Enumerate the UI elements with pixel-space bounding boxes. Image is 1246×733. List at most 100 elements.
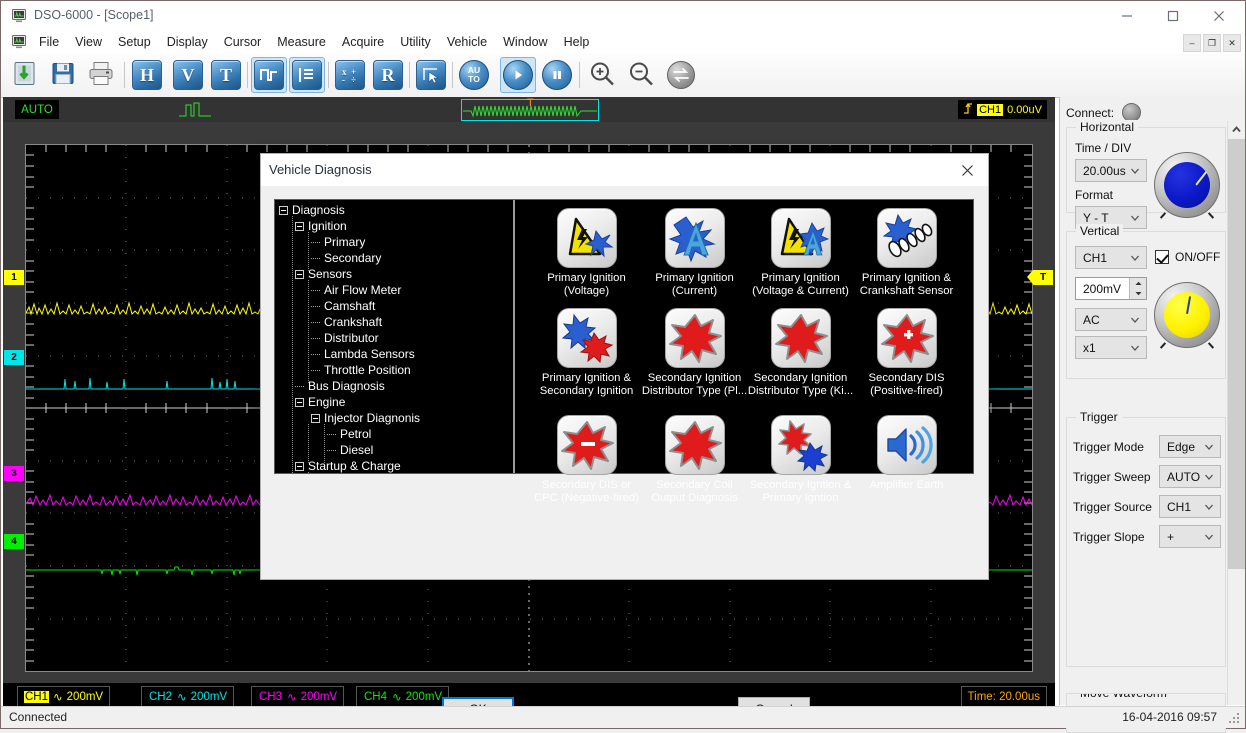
diagnosis-item-primary-secondary-ignition[interactable]: Primary Ignition & Secondary Ignition (533, 308, 640, 398)
channel-1-marker[interactable]: 1 (4, 270, 24, 285)
vertical-scale-stepper[interactable]: 200mV (1075, 277, 1147, 300)
menu-item-view[interactable]: View (67, 33, 110, 51)
tree-node-diagnosis[interactable]: Diagnosis (279, 202, 345, 218)
tree-node-secondary[interactable]: Secondary (311, 250, 381, 266)
zoom-in-button[interactable] (584, 57, 620, 93)
tree-node-throttle-position[interactable]: Throttle Position (311, 362, 411, 378)
trigger-button[interactable]: T (208, 57, 244, 93)
expander-minus-icon[interactable] (295, 270, 304, 279)
channel-chip-ch2[interactable]: CH2 ∿ 200mV (141, 686, 234, 708)
menu-item-cursor[interactable]: Cursor (216, 33, 270, 51)
cursor-button[interactable] (413, 57, 449, 93)
expander-minus-icon[interactable] (279, 206, 288, 215)
window-minimize-button[interactable] (1104, 1, 1150, 31)
window-maximize-button[interactable] (1150, 1, 1196, 31)
expander-minus-icon[interactable] (295, 222, 304, 231)
probe-attenuation-select[interactable]: x1 (1075, 336, 1147, 359)
print-button[interactable] (83, 57, 119, 93)
channel-chip-ch1[interactable]: CH1 ∿ 200mV (17, 686, 110, 708)
diagnosis-item-secondary-dis-positive-fired[interactable]: Secondary DIS (Positive-fired) (853, 308, 960, 398)
menu-item-window[interactable]: Window (495, 33, 555, 51)
diagnosis-item-secondary-ignition-distributor-ki[interactable]: Secondary Ignition Distributor Type (Ki.… (747, 308, 854, 398)
channel-chip-ch3[interactable]: CH3 ∿ 200mV (251, 686, 344, 708)
stepper-down-button[interactable] (1129, 289, 1146, 300)
menu-item-display[interactable]: Display (159, 33, 216, 51)
math-button[interactable]: x + - ÷ (332, 57, 368, 93)
diagnosis-item-primary-ignition-crankshaft-sensor[interactable]: Primary Ignition & Crankshaft Sensor (853, 208, 960, 298)
dialog-close-button[interactable] (946, 154, 988, 186)
vertical-scale-knob[interactable] (1154, 282, 1220, 348)
tree-node-crankshaft[interactable]: Crankshaft (311, 314, 382, 330)
tree-node-air-flow-meter[interactable]: Air Flow Meter (311, 282, 401, 298)
channel-onoff-checkbox[interactable] (1155, 250, 1169, 264)
scroll-up-button[interactable] (1228, 121, 1245, 138)
diagnosis-item-primary-ignition-voltage[interactable]: Primary Ignition (Voltage) (533, 208, 640, 298)
mdi-close-button[interactable]: ✕ (1223, 34, 1241, 52)
menu-item-setup[interactable]: Setup (110, 33, 159, 51)
swap-button[interactable] (663, 57, 699, 93)
resize-grip[interactable] (1229, 713, 1241, 725)
tree-node-startup-charge[interactable]: Startup & Charge (295, 458, 401, 473)
tree-node-sensors[interactable]: Sensors (295, 266, 352, 282)
waveform-button[interactable] (251, 57, 287, 93)
tree-node-diesel[interactable]: Diesel (327, 442, 373, 458)
vertical-channel-select[interactable]: CH1 (1075, 246, 1147, 269)
zoom-out-button[interactable] (623, 57, 659, 93)
tree-node-petrol[interactable]: Petrol (327, 426, 371, 442)
tree-node-injector-diagnonis[interactable]: Injector Diagnonis (311, 410, 420, 426)
tree-node-camshaft[interactable]: Camshaft (311, 298, 375, 314)
tree-node-distributor[interactable]: Distributor (311, 330, 379, 346)
window-close-button[interactable] (1196, 1, 1242, 31)
trigger-sweep-select[interactable]: AUTO (1159, 465, 1221, 488)
horizontal-button[interactable]: H (129, 57, 165, 93)
vertical-coupling-select[interactable]: AC (1075, 308, 1147, 331)
menu-item-utility[interactable]: Utility (392, 33, 439, 51)
tree-node-engine[interactable]: Engine (295, 394, 345, 410)
menu-item-help[interactable]: Help (556, 33, 598, 51)
tree-node-bus-diagnosis[interactable]: Bus Diagnosis (295, 378, 385, 394)
menu-item-vehicle[interactable]: Vehicle (439, 33, 495, 51)
pause-button[interactable] (539, 57, 575, 93)
menu-item-file[interactable]: File (31, 33, 67, 51)
channel-3-marker[interactable]: 3 (4, 466, 24, 481)
stepper-buttons[interactable] (1129, 278, 1146, 299)
trigger-slope-select[interactable]: + (1159, 525, 1221, 548)
menu-item-measure[interactable]: Measure (269, 33, 334, 51)
diagnosis-tree[interactable]: Diagnosis Ignition Primary Secondary Sen… (275, 200, 515, 473)
trigger-source-select[interactable]: CH1 (1159, 495, 1221, 518)
tree-node-ignition[interactable]: Ignition (295, 218, 347, 234)
scrollbar-thumb[interactable] (1228, 139, 1245, 569)
diagnosis-item-secondary-primary-igntion[interactable]: Secondary Igntion & Primary Igntion (747, 415, 854, 505)
diagnosis-item-amplifier-earth[interactable]: Amplifier Earth (853, 415, 960, 492)
record-button[interactable]: R (370, 57, 406, 93)
tree-node-lambda-sensors[interactable]: Lambda Sensors (311, 346, 415, 362)
expander-minus-icon[interactable] (311, 414, 320, 423)
diagnosis-item-secondary-ignition-distributor-pl[interactable]: Secondary Ignition Distributor Type (Pl.… (641, 308, 748, 398)
channel-chip-ch4[interactable]: CH4 ∿ 200mV (356, 686, 449, 708)
time-div-select[interactable]: 20.00us (1075, 159, 1147, 182)
diagnosis-item-primary-ignition-current[interactable]: Primary Ignition (Current) (641, 208, 748, 298)
measure-button[interactable] (289, 57, 325, 93)
mdi-restore-button[interactable]: ❐ (1203, 34, 1221, 52)
stepper-up-button[interactable] (1129, 278, 1146, 289)
panel-scrollbar[interactable] (1227, 121, 1245, 705)
expander-minus-icon[interactable] (295, 398, 304, 407)
trigger-mode-select[interactable]: Edge (1159, 435, 1221, 458)
vertical-button[interactable]: V (170, 57, 206, 93)
time-div-knob[interactable] (1154, 152, 1220, 218)
auto-button[interactable]: AUTO (456, 57, 492, 93)
tree-connector-icon (327, 434, 336, 435)
menu-item-acquire[interactable]: Acquire (334, 33, 392, 51)
run-button[interactable] (500, 57, 536, 93)
expander-minus-icon[interactable] (295, 462, 304, 471)
tree-node-primary[interactable]: Primary (311, 234, 365, 250)
diagnosis-item-secondary-dis-cpc-negative-fired[interactable]: Secondary DIS or CPC (Negative-fired) (533, 415, 640, 505)
trigger-level-marker[interactable]: T (1033, 270, 1053, 285)
diagnosis-item-secondary-coil-output-diagnosis[interactable]: Secondary Coil Output Diagnosis (641, 415, 748, 505)
diagnosis-item-primary-ignition-voltage-current[interactable]: Primary Ignition (Voltage & Current) (747, 208, 854, 298)
mdi-minimize-button[interactable]: – (1183, 34, 1201, 52)
open-file-button[interactable] (7, 57, 43, 93)
channel-4-marker[interactable]: 4 (4, 534, 24, 549)
save-button[interactable] (45, 57, 81, 93)
channel-2-marker[interactable]: 2 (4, 350, 24, 365)
